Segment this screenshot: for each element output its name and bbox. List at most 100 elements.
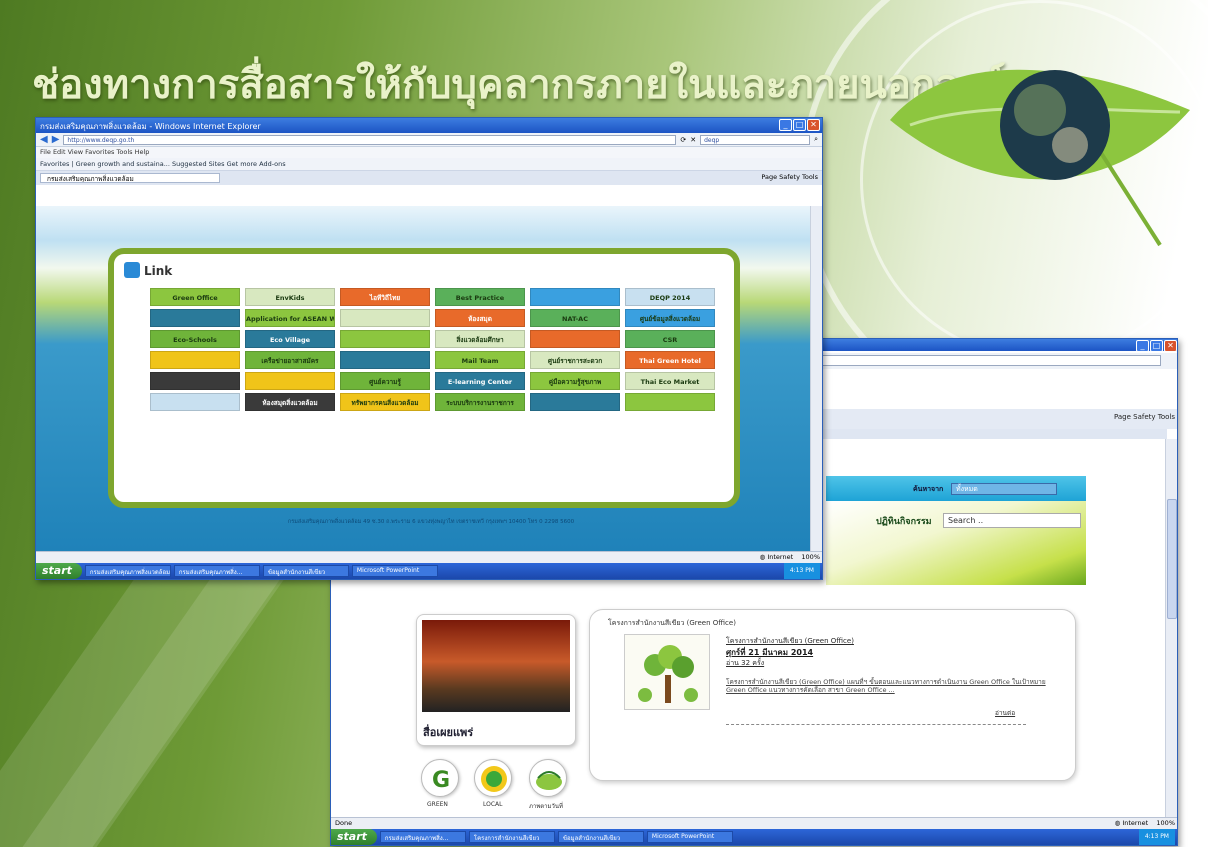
- close-button[interactable]: ✕: [807, 119, 820, 131]
- link-banner[interactable]: [340, 351, 430, 369]
- news-thumbnail[interactable]: [624, 634, 710, 710]
- link-banner[interactable]: Thai Green Hotel: [625, 351, 715, 369]
- close-button[interactable]: ✕: [1164, 340, 1177, 352]
- taskbar-button[interactable]: กรมส่งเสริมคุณภาพสิ่งแวดล้อม: [84, 565, 171, 577]
- presentation-slide: ช่องทางการสื่อสารให้กับบุคลากรภายในและภา…: [0, 0, 1208, 847]
- taskbar-button[interactable]: โครงการสำนักงานสีเขียว: [468, 831, 555, 843]
- video-thumbnail[interactable]: [422, 620, 570, 712]
- system-tray-clock[interactable]: 4:13 PM: [783, 563, 820, 579]
- link-banner[interactable]: Application for ASEAN Workshop: [245, 309, 335, 327]
- search-engine-input[interactable]: deqp: [700, 134, 811, 145]
- search-icon[interactable]: ⌕: [814, 135, 818, 144]
- link-banner[interactable]: E-learning Center: [435, 372, 525, 390]
- news-read-count: อ่าน 32 ครั้ง: [726, 659, 765, 667]
- title-bar: กรมส่งเสริมคุณภาพสิ่งแวดล้อม - Windows I…: [36, 118, 822, 133]
- minimize-button[interactable]: _: [779, 119, 792, 131]
- search-input[interactable]: Search ..: [943, 513, 1081, 528]
- link-banner[interactable]: CSR: [625, 330, 715, 348]
- stop-icon[interactable]: ✕: [690, 136, 696, 144]
- taskbar-button[interactable]: ข้อมูลสำนักงานสีเขียว: [262, 565, 349, 577]
- taskbar-button[interactable]: Microsoft PowerPoint: [351, 565, 438, 577]
- divider: [726, 724, 1026, 725]
- taskbar-button[interactable]: ข้อมูลสำนักงานสีเขียว: [557, 831, 644, 843]
- taskbar-button[interactable]: กรมส่งเสริมคุณภาพสิ่ง...: [379, 831, 466, 843]
- maximize-button[interactable]: □: [1150, 340, 1163, 352]
- link-banner[interactable]: EnvKids: [245, 288, 335, 306]
- minimize-button[interactable]: _: [1136, 340, 1149, 352]
- link-banner[interactable]: [340, 309, 430, 327]
- status-zone: ◍ Internet 100%: [760, 553, 820, 562]
- activity-calendar-link[interactable]: ปฏิทินกิจกรรม: [876, 514, 932, 528]
- taskbar-button[interactable]: กรมส่งเสริมคุณภาพสิ่ง...: [173, 565, 260, 577]
- link-banner[interactable]: [625, 393, 715, 411]
- status-zone-text: Internet: [1122, 819, 1149, 827]
- vertical-scrollbar[interactable]: [1165, 439, 1177, 817]
- zoom-level[interactable]: 100%: [801, 553, 820, 561]
- weather-icon-label: ภาพตามวันที่: [529, 803, 563, 810]
- link-banner[interactable]: คู่มือความรู้สุขภาพ: [530, 372, 620, 390]
- links-heading: Link: [144, 264, 173, 278]
- link-banner[interactable]: [245, 372, 335, 390]
- start-button[interactable]: start: [36, 563, 82, 579]
- link-banner[interactable]: [150, 309, 240, 327]
- link-banner[interactable]: [530, 330, 620, 348]
- link-banner[interactable]: [530, 288, 620, 306]
- link-banner[interactable]: ศูนย์ความรู้: [340, 372, 430, 390]
- status-zone: ◍ Internet 100%: [1115, 819, 1175, 828]
- svg-text:G: G: [432, 768, 450, 793]
- status-zone-text: Internet: [767, 553, 794, 561]
- link-banner[interactable]: Best Practice: [435, 288, 525, 306]
- browser-tab[interactable]: กรมส่งเสริมคุณภาพสิ่งแวดล้อม: [40, 173, 220, 183]
- news-body[interactable]: โครงการสำนักงานสีเขียว (Green Office) แผ…: [726, 678, 1046, 694]
- link-banner[interactable]: สิ่งแวดล้อมศึกษา: [435, 330, 525, 348]
- forward-icon[interactable]: ▶: [52, 134, 60, 145]
- menu-bar[interactable]: File Edit View Favorites Tools Help: [36, 147, 822, 158]
- status-text: Done: [335, 819, 353, 827]
- system-tray-clock[interactable]: 4:13 PM: [1138, 829, 1175, 845]
- window-controls: _ □ ✕: [1136, 340, 1177, 352]
- address-input[interactable]: http://www.deqp.go.th: [63, 134, 677, 145]
- green-icon[interactable]: G: [421, 759, 459, 797]
- link-banner[interactable]: [530, 393, 620, 411]
- page-footer: กรมส่งเสริมคุณภาพสิ่งแวดล้อม 49 ซ.30 ถ.พ…: [287, 519, 575, 525]
- status-bar: ◍ Internet 100%: [36, 551, 822, 563]
- start-button[interactable]: start: [331, 829, 377, 845]
- zoom-level[interactable]: 100%: [1156, 819, 1175, 827]
- maximize-button[interactable]: □: [793, 119, 806, 131]
- link-banner[interactable]: Eco-Schools: [150, 330, 240, 348]
- search-scope-select[interactable]: ทั้งหมด: [951, 483, 1057, 495]
- link-banner[interactable]: ทรัพยากรคนสิ่งแวดล้อม: [340, 393, 430, 411]
- link-banner[interactable]: ศูนย์ราชการสะดวก: [530, 351, 620, 369]
- link-banner[interactable]: [150, 351, 240, 369]
- link-banner[interactable]: Thai Eco Market: [625, 372, 715, 390]
- link-banner[interactable]: Green Office: [150, 288, 240, 306]
- scroll-thumb[interactable]: [1167, 499, 1177, 619]
- link-banner[interactable]: Mail Team: [435, 351, 525, 369]
- video-card[interactable]: สื่อเผยแพร่: [416, 614, 576, 746]
- back-icon[interactable]: ◀: [40, 134, 48, 145]
- link-banner[interactable]: ห้องสมุด: [435, 309, 525, 327]
- vertical-scrollbar[interactable]: [810, 206, 822, 551]
- refresh-icon[interactable]: ⟳: [680, 136, 686, 144]
- link-banner[interactable]: ศูนย์ข้อมูลสิ่งแวดล้อม: [625, 309, 715, 327]
- weather-icon[interactable]: [529, 759, 567, 797]
- link-banner[interactable]: Eco Village: [245, 330, 335, 348]
- command-bar-label[interactable]: Page Safety Tools: [1114, 413, 1175, 421]
- tab-row: กรมส่งเสริมคุณภาพสิ่งแวดล้อม Page Safety…: [36, 171, 822, 185]
- link-banner[interactable]: ไอทีวิถีไทย: [340, 288, 430, 306]
- link-banner[interactable]: [150, 393, 240, 411]
- link-banner[interactable]: [150, 372, 240, 390]
- command-bar[interactable]: Page Safety Tools: [761, 173, 818, 183]
- link-banner[interactable]: ห้องสมุดสิ่งแวดล้อม: [245, 393, 335, 411]
- local-icon[interactable]: [474, 759, 512, 797]
- read-more-link[interactable]: อ่านต่อ: [995, 708, 1015, 718]
- link-banner[interactable]: ระบบบริการงานราชการ: [435, 393, 525, 411]
- link-banner[interactable]: เครือข่ายอาสาสมัคร: [245, 351, 335, 369]
- link-icon: [124, 262, 140, 278]
- link-banner[interactable]: NAT-AC: [530, 309, 620, 327]
- taskbar-button[interactable]: Microsoft PowerPoint: [646, 831, 733, 843]
- link-banner[interactable]: [340, 330, 430, 348]
- favorites-bar[interactable]: Favorites | Green growth and sustaina...…: [36, 158, 822, 171]
- window-title: กรมส่งเสริมคุณภาพสิ่งแวดล้อม - Windows I…: [40, 122, 261, 131]
- link-banner[interactable]: DEQP 2014: [625, 288, 715, 306]
